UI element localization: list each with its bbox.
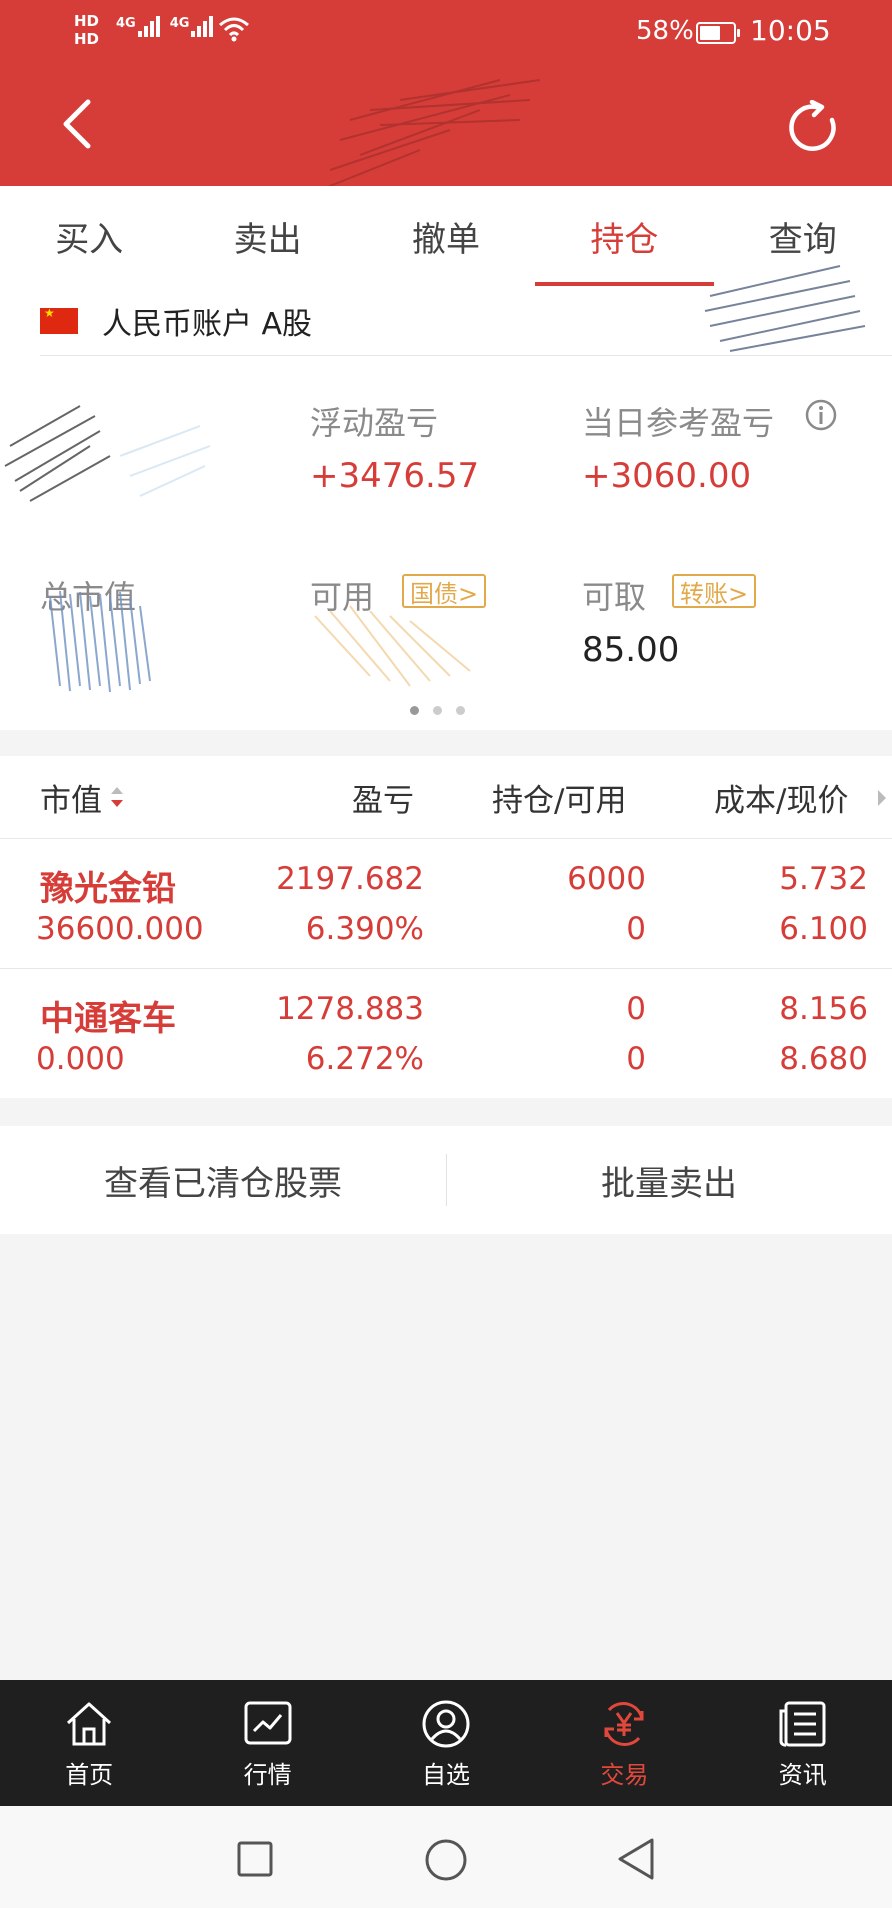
holdings-actions: 查看已清仓股票 批量卖出: [0, 1126, 892, 1234]
tab-sell[interactable]: 卖出: [178, 186, 356, 286]
status-bar: HD HD 4G 4G 58% 10:05: [0, 0, 892, 66]
news-icon: [779, 1701, 826, 1747]
current-price: 6.100: [779, 911, 868, 947]
market-value: 0.000: [36, 1041, 125, 1077]
cost-price: 5.732: [779, 861, 868, 897]
top-bar: HD HD 4G 4G 58% 10:05: [0, 0, 892, 191]
info-icon[interactable]: [804, 398, 838, 432]
floating-pnl-label: 浮动盈亏: [310, 404, 439, 442]
nav-watchlist-label: 自选: [421, 1760, 470, 1789]
header-cost-price: 成本/现价: [714, 782, 849, 819]
signal-icon: [191, 16, 214, 37]
home-circle-icon[interactable]: [424, 1838, 468, 1882]
table-row[interactable]: 豫光金铅 36600.000 2197.682 6.390% 6000 0 5.…: [0, 839, 892, 968]
refresh-icon[interactable]: [786, 100, 842, 156]
stock-name: 豫光金铅: [40, 869, 176, 909]
signal-icon: [137, 16, 160, 37]
signal-indicators: 4G 4G: [116, 16, 214, 37]
home-icon: [67, 1702, 112, 1745]
batch-sell-button[interactable]: 批量卖出: [446, 1126, 892, 1234]
nav-market[interactable]: 行情: [178, 1680, 356, 1806]
bottom-nav: 首页 行情 自选 交易 资讯: [0, 1680, 892, 1806]
favorite-user-icon: [422, 1700, 470, 1747]
view-cleared-button[interactable]: 查看已清仓股票: [0, 1126, 446, 1234]
daily-pnl-value: +3060.00: [582, 456, 752, 496]
sim2-label: HD: [74, 30, 100, 48]
battery-icon: [696, 22, 740, 44]
redaction-scribble: [704, 265, 866, 352]
daily-pnl-label: 当日参考盈亏: [582, 404, 775, 442]
recents-icon[interactable]: [236, 1840, 274, 1878]
net2-label: 4G: [169, 16, 190, 31]
header-position: 持仓/可用: [492, 782, 627, 819]
redaction-scribble: [49, 590, 151, 693]
sim1-label: HD: [74, 12, 100, 30]
available-qty: 0: [626, 911, 646, 947]
nav-home-label: 首页: [65, 1760, 114, 1789]
account-name: 人民币账户 A股: [102, 306, 313, 342]
tab-positions[interactable]: 持仓: [535, 186, 714, 286]
market-value: 36600.000: [36, 911, 204, 947]
sort-icon: [111, 787, 123, 807]
redaction-scribble: [4, 405, 211, 502]
available-qty: 0: [626, 1041, 646, 1077]
table-row[interactable]: 中通客车 0.000 1278.883 6.272% 0 0 8.156 8.6…: [0, 969, 892, 1098]
nav-trade-label: 交易: [600, 1760, 649, 1789]
system-nav-bar: [0, 1806, 892, 1908]
pnl-value: 1278.883: [276, 991, 424, 1027]
back-triangle-icon[interactable]: [614, 1836, 658, 1882]
yuan-trade-icon: [604, 1701, 644, 1746]
account-summary: 人民币账户 A股 浮动盈亏 +3476.57 当日参考盈亏 +3060.00 总…: [0, 265, 892, 730]
holdings-table: 市值 盈亏 持仓/可用 成本/现价 豫光金铅 36600.000 2197.68…: [0, 756, 892, 1098]
current-price: 8.680: [779, 1041, 868, 1077]
pnl-percent: 6.272%: [305, 1041, 424, 1077]
scroll-right-icon[interactable]: [876, 788, 888, 808]
sort-market-value[interactable]: 市值: [40, 756, 126, 838]
cost-price: 8.156: [779, 991, 868, 1027]
nav-trade[interactable]: 交易: [535, 1680, 713, 1806]
stock-name: 中通客车: [40, 999, 176, 1039]
transfer-button[interactable]: 转账>: [672, 574, 757, 608]
redaction-scribble: [314, 605, 471, 687]
position-qty: 0: [626, 991, 646, 1027]
wifi-icon: [219, 17, 249, 42]
clock: 10:05: [750, 14, 831, 47]
nav-home[interactable]: 首页: [0, 1680, 178, 1806]
pnl-value: 2197.682: [276, 861, 424, 897]
chart-icon: [244, 1701, 292, 1744]
position-qty: 6000: [567, 861, 646, 897]
nav-news[interactable]: 资讯: [714, 1680, 892, 1806]
pnl-percent: 6.390%: [305, 911, 424, 947]
net1-label: 4G: [116, 16, 136, 31]
nav-news-label: 资讯: [778, 1760, 827, 1789]
nav-market-label: 行情: [243, 1760, 292, 1789]
nav-watchlist[interactable]: 自选: [357, 1680, 535, 1806]
header-market-value: 市值: [40, 782, 102, 819]
tab-cancel[interactable]: 撤单: [357, 186, 535, 286]
page-indicator: [410, 706, 465, 715]
header-pnl: 盈亏: [352, 782, 414, 819]
withdrawable-label: 可取: [582, 578, 647, 616]
floating-pnl-value: +3476.57: [310, 456, 480, 496]
tab-buy[interactable]: 买入: [0, 186, 178, 286]
withdrawable-value: 85.00: [582, 630, 680, 670]
sim-indicators: HD HD: [74, 12, 99, 48]
cn-flag-icon: [40, 306, 78, 334]
battery-percent: 58%: [636, 16, 694, 46]
chevron-left-icon[interactable]: [54, 96, 104, 152]
